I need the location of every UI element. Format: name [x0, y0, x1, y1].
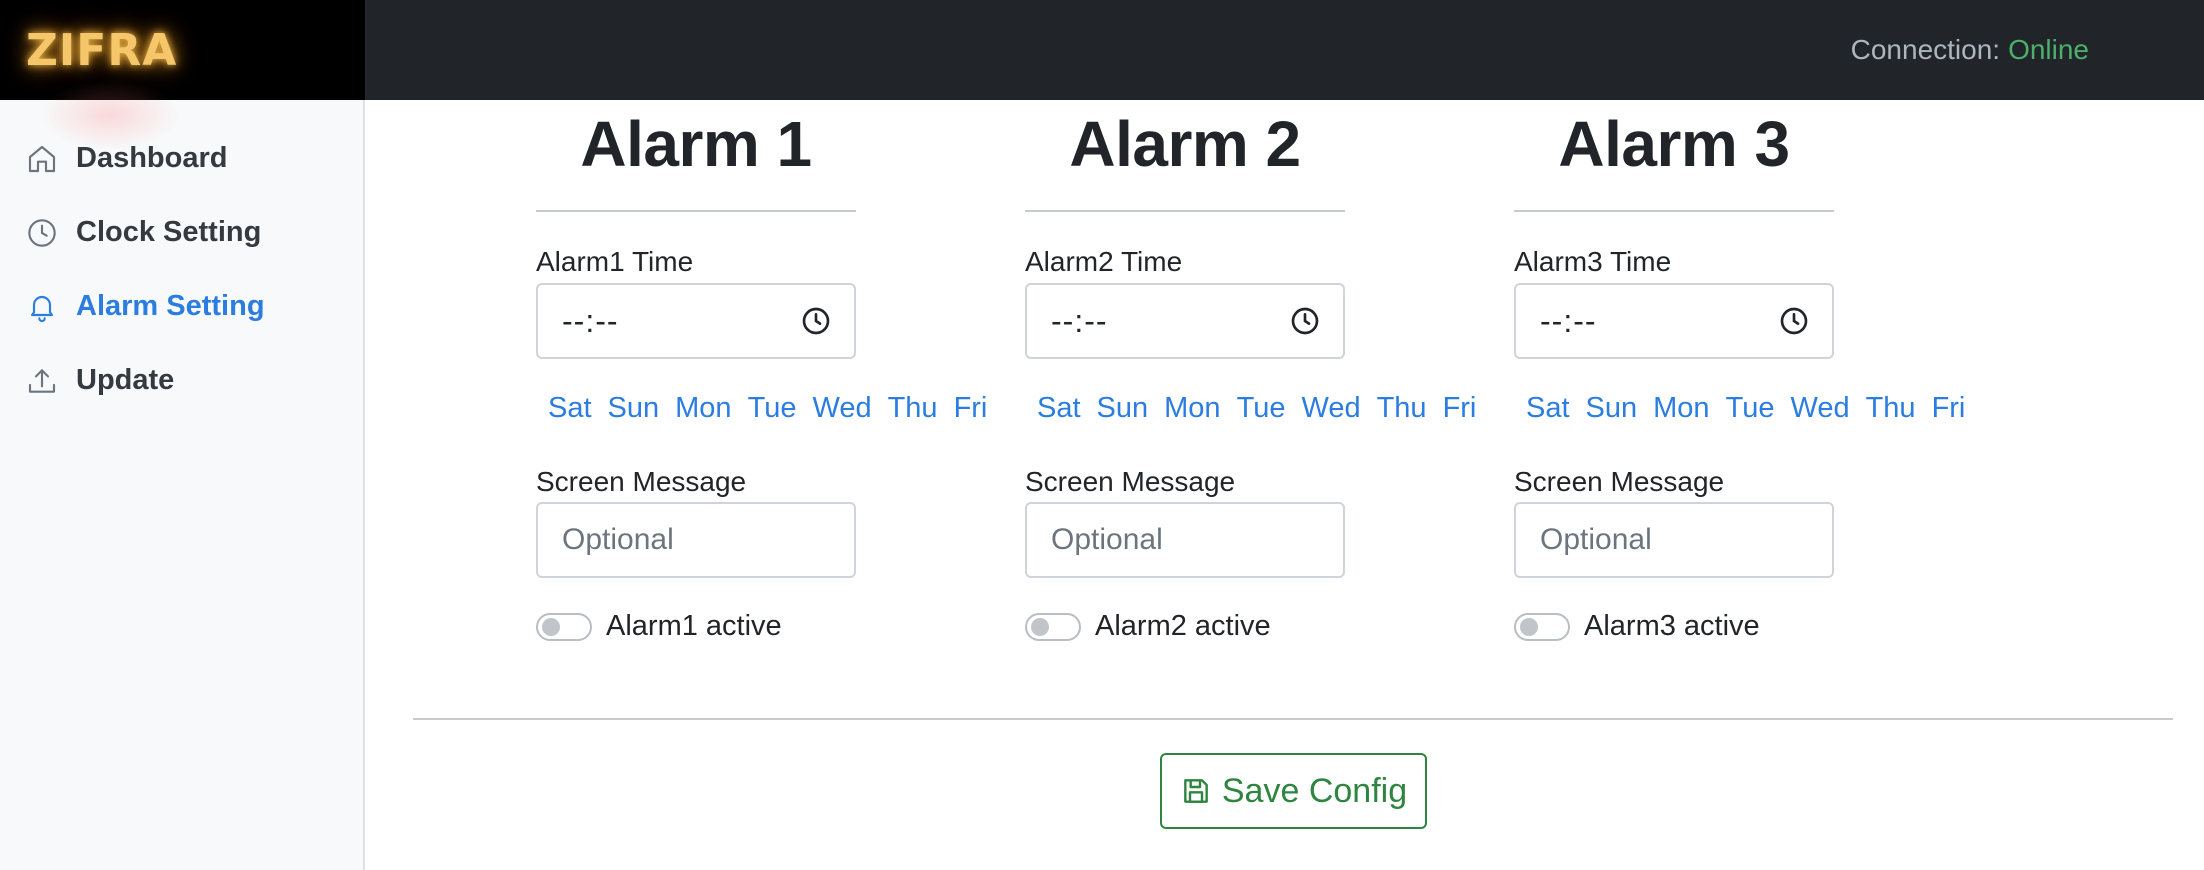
screen-message-label: Screen Message: [1514, 466, 1725, 497]
time-label: Alarm3 Time: [1514, 246, 1672, 277]
sidebar-item-label: Alarm Setting: [76, 290, 265, 322]
alarm-2-panel: Alarm 2 Alarm2 Time --:-- Sat Sun Mon Tu…: [1025, 100, 1476, 642]
alarm-active-toggle-row: Alarm1 active: [536, 610, 782, 643]
brand-logo[interactable]: ZIFRA: [0, 0, 365, 100]
alarm-title: Alarm 2: [1069, 108, 1301, 180]
sidebar-item-label: Update: [76, 364, 175, 396]
home-icon: [28, 145, 56, 172]
connection-status: Online: [2008, 34, 2089, 65]
clock-icon[interactable]: [1778, 305, 1810, 337]
time-value: --:--: [562, 302, 619, 339]
day-thu[interactable]: Thu: [1377, 392, 1427, 425]
section-divider: [413, 718, 2173, 720]
screen-message-input[interactable]: [536, 502, 856, 578]
alarm-active-toggle[interactable]: [1514, 612, 1570, 641]
day-thu[interactable]: Thu: [1866, 392, 1916, 425]
alarm-1-panel: Alarm 1 Alarm1 Time --:-- Sat Sun Mon Tu…: [536, 100, 987, 642]
title-divider: [536, 210, 856, 212]
day-wed[interactable]: Wed: [1301, 392, 1360, 425]
alarm-title: Alarm 1: [580, 108, 812, 180]
sidebar-item-label: Dashboard: [76, 142, 228, 174]
bell-icon: [30, 295, 54, 322]
day-sat[interactable]: Sat: [1526, 392, 1570, 425]
sidebar: Dashboard Clock Setting Alarm Setting Up…: [0, 80, 365, 870]
top-navbar: ZIFRA Connection: Online: [0, 0, 2204, 100]
clock-icon[interactable]: [1289, 305, 1321, 337]
screen-message-label: Screen Message: [1025, 466, 1236, 497]
upload-icon: [28, 368, 56, 393]
clock-icon: [28, 218, 56, 247]
alarm-time-input[interactable]: --:--: [536, 283, 856, 359]
time-label: Alarm1 Time: [536, 246, 694, 277]
time-value: --:--: [1540, 302, 1597, 339]
alarm-3-panel: Alarm 3 Alarm3 Time --:-- Sat Sun Mon Tu…: [1514, 100, 1965, 642]
day-fri[interactable]: Fri: [954, 392, 988, 425]
alarm-active-label: Alarm3 active: [1584, 610, 1760, 642]
day-thu[interactable]: Thu: [888, 392, 938, 425]
alarm-active-label: Alarm1 active: [606, 610, 782, 642]
alarm-active-toggle[interactable]: [1025, 612, 1081, 641]
day-sun[interactable]: Sun: [608, 392, 660, 425]
sidebar-item-clock-setting[interactable]: Clock Setting: [26, 216, 261, 249]
day-wed[interactable]: Wed: [812, 392, 871, 425]
alarm-time-input[interactable]: --:--: [1025, 283, 1345, 359]
save-button-label: Save Config: [1221, 771, 1408, 810]
day-tue[interactable]: Tue: [1237, 392, 1286, 425]
title-divider: [1514, 210, 1834, 212]
sidebar-item-update[interactable]: Update: [26, 364, 174, 397]
sidebar-item-label: Clock Setting: [76, 216, 262, 248]
day-wed[interactable]: Wed: [1790, 392, 1849, 425]
brand-name: ZIFRA: [26, 24, 178, 76]
alarm-active-toggle-row: Alarm2 active: [1025, 610, 1271, 643]
alarm-active-toggle[interactable]: [536, 612, 592, 641]
day-tue[interactable]: Tue: [1726, 392, 1775, 425]
day-mon[interactable]: Mon: [1653, 392, 1709, 425]
weekday-selector: Sat Sun Mon Tue Wed Thu Fri: [1526, 392, 1965, 425]
day-sun[interactable]: Sun: [1586, 392, 1638, 425]
day-mon[interactable]: Mon: [1164, 392, 1220, 425]
alarm-active-label: Alarm2 active: [1095, 610, 1271, 642]
sidebar-item-dashboard[interactable]: Dashboard: [26, 142, 227, 175]
day-mon[interactable]: Mon: [675, 392, 731, 425]
alarm-active-toggle-row: Alarm3 active: [1514, 610, 1760, 643]
weekday-selector: Sat Sun Mon Tue Wed Thu Fri: [1037, 392, 1476, 425]
weekday-selector: Sat Sun Mon Tue Wed Thu Fri: [548, 392, 987, 425]
screen-message-input[interactable]: [1514, 502, 1834, 578]
day-fri[interactable]: Fri: [1443, 392, 1477, 425]
screen-message-label: Screen Message: [536, 466, 747, 497]
clock-icon[interactable]: [800, 305, 832, 337]
connection-label: Connection:: [1850, 34, 2001, 65]
alarm-time-input[interactable]: --:--: [1514, 283, 1834, 359]
time-label: Alarm2 Time: [1025, 246, 1183, 277]
day-sat[interactable]: Sat: [548, 392, 592, 425]
screen-message-input[interactable]: [1025, 502, 1345, 578]
title-divider: [1025, 210, 1345, 212]
save-config-button[interactable]: Save Config: [1160, 753, 1427, 829]
time-value: --:--: [1051, 302, 1108, 339]
alarm-title: Alarm 3: [1558, 108, 1790, 180]
day-tue[interactable]: Tue: [748, 392, 797, 425]
day-fri[interactable]: Fri: [1932, 392, 1966, 425]
day-sat[interactable]: Sat: [1037, 392, 1081, 425]
day-sun[interactable]: Sun: [1097, 392, 1149, 425]
connection-indicator: Connection: Online: [1851, 0, 2089, 100]
sidebar-item-alarm-setting[interactable]: Alarm Setting: [26, 290, 265, 323]
save-icon: [1184, 779, 1208, 803]
